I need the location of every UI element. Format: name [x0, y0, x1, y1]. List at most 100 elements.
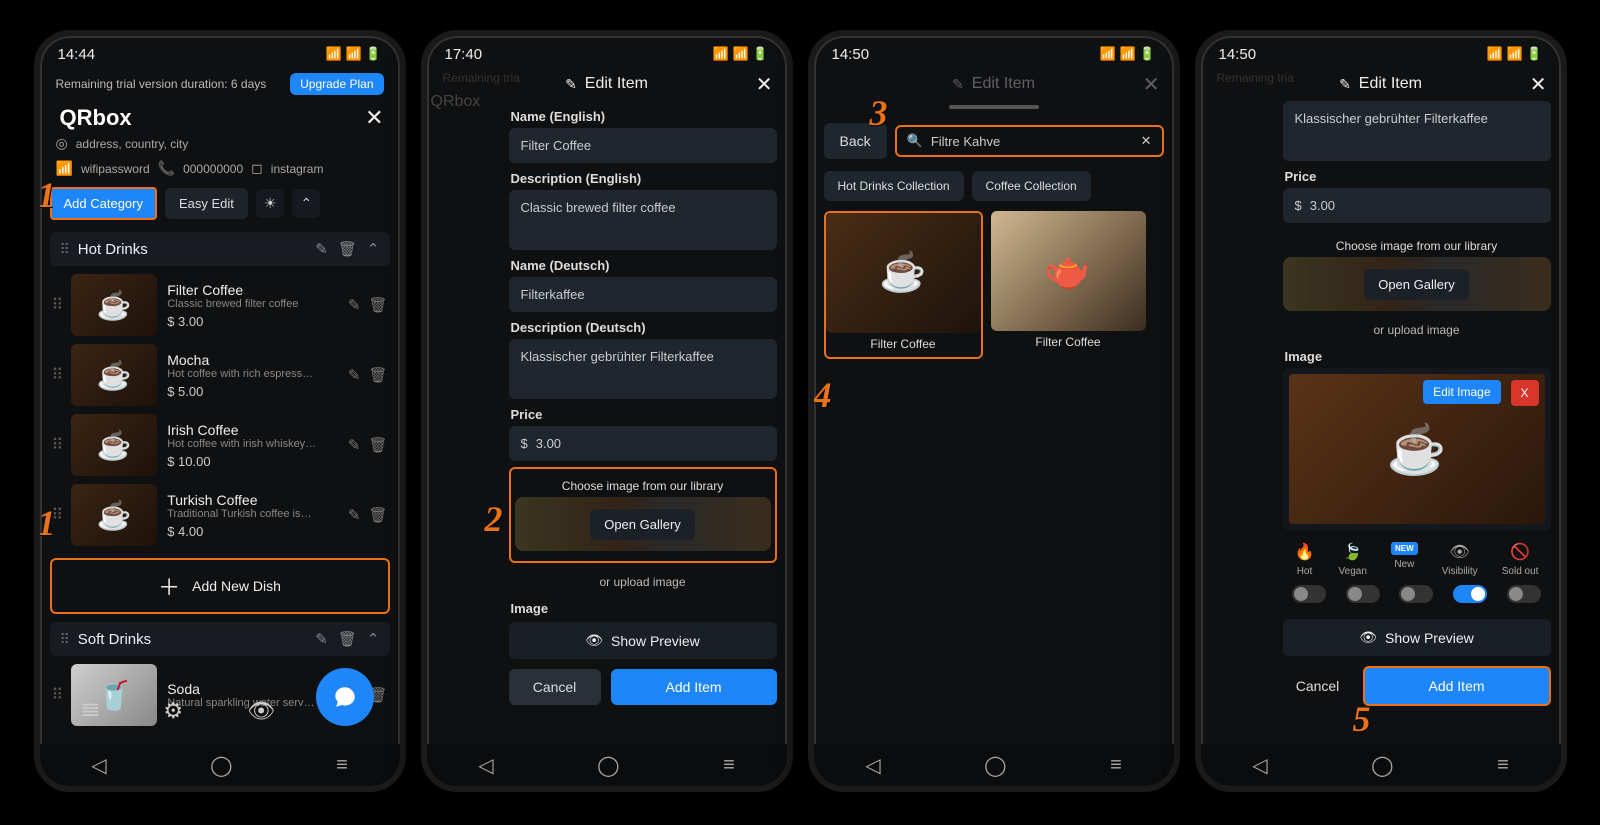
edit-icon[interactable]: ✎ [315, 240, 328, 258]
clear-icon[interactable]: ✕ [1141, 133, 1152, 149]
category-hot-drinks[interactable]: ⠿ Hot Drinks ✎ 🗑 ⌃ [50, 232, 390, 266]
category-soft-drinks[interactable]: ⠿ Soft Drinks ✎ 🗑 ⌃ [50, 622, 390, 656]
phone-screen-2: 17:40 📶 📶 🔋 Remaining tria QRbox ✎ Edit … [421, 30, 793, 792]
toggle-visibility[interactable] [1453, 585, 1487, 603]
chat-fab[interactable] [316, 668, 374, 726]
input-desc-de[interactable]: Klassischer gebrühter Filterkaffee [1283, 101, 1551, 161]
dish-desc: Hot coffee with irish whiskey… [167, 438, 317, 450]
drag-handle-icon[interactable]: ⠿ [52, 435, 62, 455]
open-gallery-button[interactable]: Open Gallery [590, 509, 695, 540]
dish-row: ⠿ ☕ Irish Coffee Hot coffee with irish w… [50, 410, 390, 480]
edit-icon[interactable]: ✎ [315, 630, 328, 648]
close-icon[interactable]: ✕ [1143, 72, 1160, 97]
visibility-icon: 👁 [1450, 542, 1470, 562]
chip-coffee[interactable]: Coffee Collection [972, 171, 1091, 201]
upgrade-plan-button[interactable]: Upgrade Plan [290, 73, 383, 95]
add-new-dish-button[interactable]: ＋ Add New Dish [50, 558, 390, 614]
add-category-button[interactable]: Add Category [50, 187, 158, 220]
show-preview-button[interactable]: 👁 Show Preview [509, 622, 777, 659]
show-preview-button[interactable]: 👁 Show Preview [1283, 619, 1551, 656]
android-navbar: ◁ ◯ ≡ [1201, 744, 1561, 786]
drag-handle-icon[interactable]: ⠿ [60, 241, 68, 258]
nav-recent-icon[interactable]: ≡ [336, 754, 348, 777]
nav-back-icon[interactable]: ◁ [478, 753, 493, 778]
close-icon[interactable]: ✕ [756, 72, 773, 97]
edit-icon: ✎ [952, 76, 964, 93]
clock: 14:44 [58, 46, 96, 63]
close-icon[interactable]: ✕ [1530, 72, 1547, 97]
choose-image-label: Choose image from our library [1283, 235, 1551, 257]
easy-edit-button[interactable]: Easy Edit [165, 188, 248, 219]
toggle-new[interactable] [1399, 585, 1433, 603]
open-gallery-button[interactable]: Open Gallery [1364, 269, 1469, 300]
gallery-item-selected[interactable]: ☕ Filter Coffee [824, 211, 983, 359]
eye-icon[interactable]: 👁 [247, 698, 275, 724]
toggle-vegan[interactable] [1346, 585, 1380, 603]
dish-row: ⠿ ☕ Turkish Coffee Traditional Turkish c… [50, 480, 390, 550]
gallery-strip: Open Gallery [515, 497, 771, 551]
edit-icon[interactable]: ✎ [348, 296, 361, 314]
input-desc-de[interactable]: Klassischer gebrühter Filterkaffee [509, 339, 777, 399]
add-item-button[interactable]: Add Item [1363, 666, 1551, 706]
edit-icon[interactable]: ✎ [348, 366, 361, 384]
status-bar: 14:44 📶 📶 🔋 [40, 36, 400, 67]
input-price[interactable]: $ 3.00 [509, 426, 777, 461]
theme-icon[interactable]: ☀ [256, 189, 285, 218]
nav-recent-icon[interactable]: ≡ [1110, 754, 1122, 777]
nav-home-icon[interactable]: ◯ [1371, 753, 1393, 778]
nav-home-icon[interactable]: ◯ [984, 753, 1006, 778]
qr-icon[interactable]: 𝍣 [81, 692, 99, 730]
chevron-up-icon[interactable]: ⌃ [292, 189, 320, 218]
choose-image-library: Choose image from our library Open Galle… [509, 467, 777, 563]
input-name-de[interactable]: Filterkaffee [509, 277, 777, 312]
drag-handle-icon[interactable]: ⠿ [60, 631, 68, 648]
nav-recent-icon[interactable]: ≡ [1497, 754, 1509, 777]
chip-hot-drinks[interactable]: Hot Drinks Collection [824, 171, 964, 201]
nav-back-icon[interactable]: ◁ [91, 753, 106, 778]
toggle-soldout[interactable] [1507, 585, 1541, 603]
trash-icon[interactable]: 🗑 [368, 436, 387, 454]
add-item-button[interactable]: Add Item [611, 669, 777, 705]
gallery-label: Filter Coffee [1035, 335, 1100, 349]
gear-icon[interactable]: ⚙ [163, 698, 183, 724]
instagram-icon: ◻ [251, 160, 263, 177]
sheet-handle[interactable] [949, 105, 1039, 109]
close-icon[interactable]: ✕ [365, 105, 383, 131]
chevron-up-icon[interactable]: ⌃ [367, 240, 380, 258]
edit-icon[interactable]: ✎ [348, 436, 361, 454]
gallery-item[interactable]: 🫖 Filter Coffee [991, 211, 1146, 359]
android-navbar: ◁ ◯ ≡ [427, 744, 787, 786]
search-input[interactable]: 🔍 Filtre Kahve ✕ [895, 125, 1164, 157]
edit-icon[interactable]: ✎ [348, 506, 361, 524]
toggle-hot[interactable] [1292, 585, 1326, 603]
edit-image-button[interactable]: Edit Image [1423, 380, 1500, 404]
hot-icon: 🔥 [1295, 542, 1315, 562]
uploaded-image: ☕ Edit Image X [1289, 374, 1545, 524]
nav-recent-icon[interactable]: ≡ [723, 754, 735, 777]
android-navbar: ◁ ◯ ≡ [40, 744, 400, 786]
cancel-button[interactable]: Cancel [509, 669, 601, 705]
trash-icon[interactable]: 🗑 [368, 366, 387, 384]
dish-price: $ 10.00 [167, 454, 338, 469]
plus-icon: ＋ [158, 570, 180, 602]
trash-icon[interactable]: 🗑 [338, 630, 357, 648]
trash-icon[interactable]: 🗑 [338, 240, 357, 258]
input-desc-en[interactable]: Classic brewed filter coffee [509, 190, 777, 250]
nav-back-icon[interactable]: ◁ [865, 753, 880, 778]
nav-back-icon[interactable]: ◁ [1252, 753, 1267, 778]
step-1a: 1 [38, 174, 56, 216]
input-price[interactable]: $ 3.00 [1283, 188, 1551, 223]
nav-home-icon[interactable]: ◯ [210, 753, 232, 778]
step-1b: 1 [38, 502, 56, 544]
image-card: ☕ Edit Image X [1283, 368, 1551, 530]
trash-icon[interactable]: 🗑 [368, 506, 387, 524]
drag-handle-icon[interactable]: ⠿ [52, 365, 62, 385]
trash-icon[interactable]: 🗑 [368, 296, 387, 314]
nav-home-icon[interactable]: ◯ [597, 753, 619, 778]
chevron-up-icon[interactable]: ⌃ [367, 630, 380, 648]
cancel-button[interactable]: Cancel [1283, 666, 1353, 706]
drag-handle-icon[interactable]: ⠿ [52, 295, 62, 315]
delete-image-button[interactable]: X [1511, 380, 1539, 406]
status-icons: 📶 📶 🔋 [1487, 46, 1543, 63]
input-name-en[interactable]: Filter Coffee [509, 128, 777, 163]
